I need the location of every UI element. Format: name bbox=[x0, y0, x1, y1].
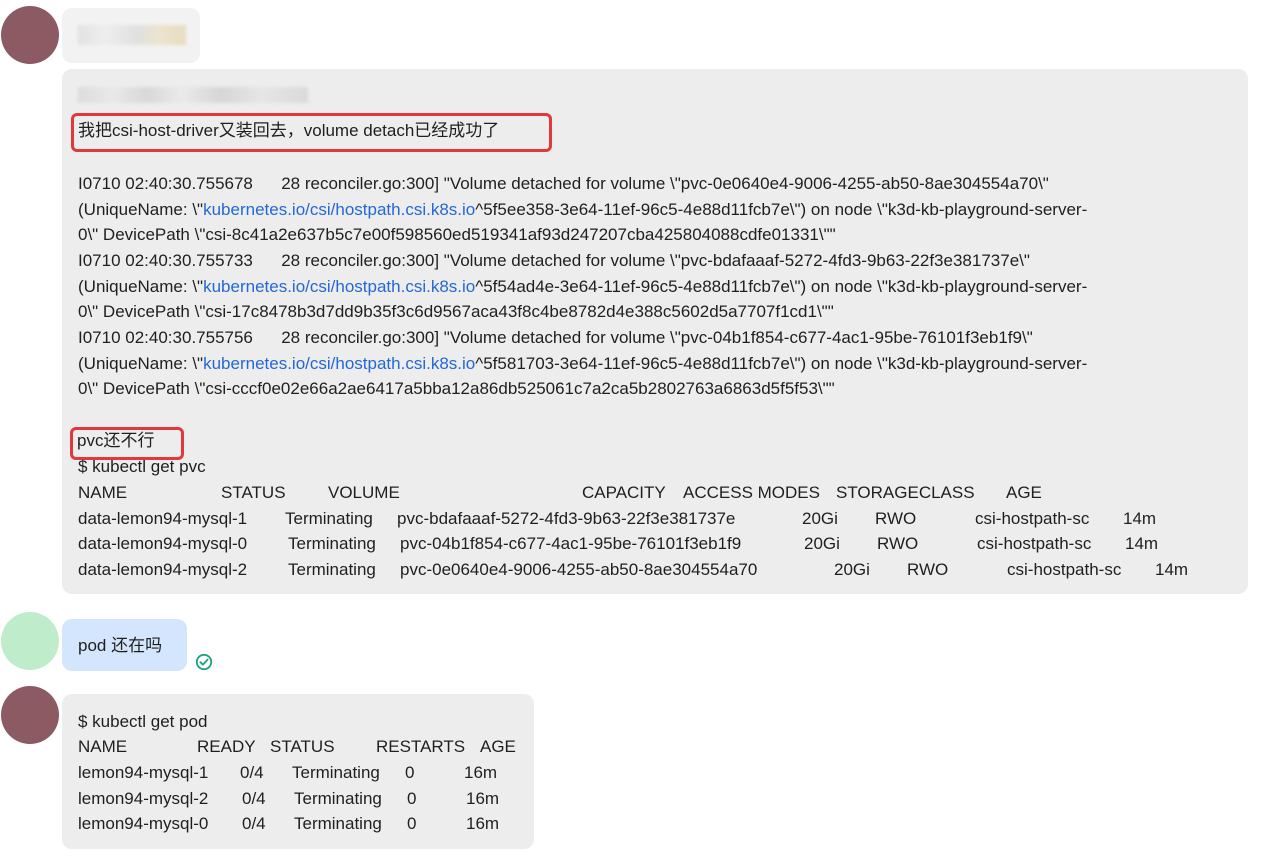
log-line: (UniqueName: \"kubernetes.io/csi/hostpat… bbox=[78, 354, 1088, 373]
log-line: I0710 02:40:30.755756 28 reconciler.go:3… bbox=[78, 328, 1033, 347]
log-line: 0\" DevicePath \"csi-cccf0e02e66a2ae6417… bbox=[78, 379, 835, 398]
message-text: pod 还在吗 bbox=[78, 636, 163, 655]
check-circle-icon bbox=[195, 653, 213, 671]
log-line: 0\" DevicePath \"csi-17c8478b3d7dd9b35f3… bbox=[78, 302, 834, 321]
redacted-text bbox=[78, 25, 186, 45]
log-link[interactable]: kubernetes.io/csi/hostpath.csi.k8s.io bbox=[203, 354, 475, 373]
avatar[interactable] bbox=[1, 612, 59, 670]
redacted-header bbox=[78, 87, 308, 103]
note-text: 我把csi-host-driver又装回去，volume detach已经成功了 bbox=[78, 121, 500, 140]
log-line: 0\" DevicePath \"csi-8c41a2e637b5c7e00f5… bbox=[78, 225, 836, 244]
message-bubble-redacted bbox=[62, 8, 200, 63]
log-line: I0710 02:40:30.755678 28 reconciler.go:3… bbox=[78, 174, 1049, 193]
avatar[interactable] bbox=[1, 6, 59, 64]
log-line: (UniqueName: \"kubernetes.io/csi/hostpat… bbox=[78, 200, 1088, 219]
command-text: $ kubectl get pvc bbox=[78, 457, 206, 476]
log-line: (UniqueName: \"kubernetes.io/csi/hostpat… bbox=[78, 277, 1088, 296]
log-link[interactable]: kubernetes.io/csi/hostpath.csi.k8s.io bbox=[203, 277, 475, 296]
avatar[interactable] bbox=[1, 686, 59, 744]
command-text: $ kubectl get pod bbox=[78, 712, 208, 731]
log-line: I0710 02:40:30.755733 28 reconciler.go:3… bbox=[78, 251, 1030, 270]
log-link[interactable]: kubernetes.io/csi/hostpath.csi.k8s.io bbox=[203, 200, 475, 219]
pvc-note-text: pvc还不行 bbox=[77, 431, 155, 450]
